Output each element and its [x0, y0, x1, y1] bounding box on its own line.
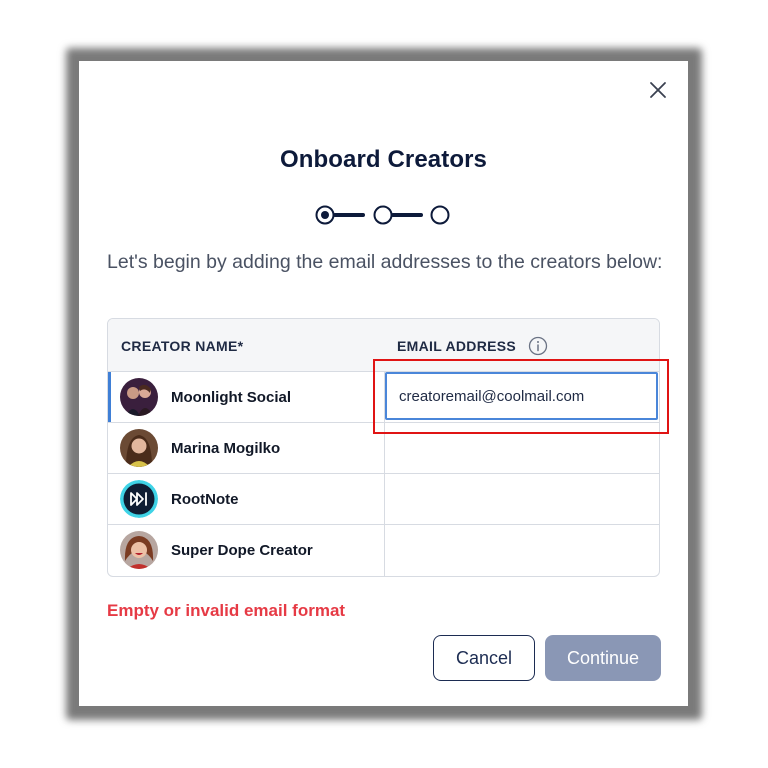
dialog-title: Onboard Creators — [280, 146, 487, 173]
avatar — [120, 429, 158, 467]
column-header-name: CREATOR NAME* — [121, 338, 244, 354]
play-logo-icon — [120, 480, 158, 518]
avatar — [120, 378, 158, 416]
creator-name: Super Dope Creator — [171, 542, 313, 559]
step-progress — [315, 205, 450, 225]
creator-name: Moonlight Social — [171, 389, 291, 406]
error-message: Empty or invalid email format — [107, 601, 346, 620]
table-row[interactable]: Super Dope Creator — [108, 525, 659, 576]
column-header-email: EMAIL ADDRESS — [397, 338, 517, 354]
cancel-button[interactable]: Cancel — [433, 635, 535, 681]
close-icon[interactable] — [648, 80, 668, 100]
step-1-indicator — [315, 205, 335, 225]
avatar — [120, 531, 158, 569]
email-input[interactable] — [385, 372, 658, 420]
step-2-indicator — [373, 205, 393, 225]
continue-button[interactable]: Continue — [545, 635, 661, 681]
step-3-indicator — [430, 205, 450, 225]
creator-name: RootNote — [171, 491, 239, 508]
creator-name: Marina Mogilko — [171, 440, 281, 457]
intro-text: Let's begin by adding the email addresse… — [107, 251, 663, 273]
table-row[interactable]: RootNote — [108, 474, 659, 525]
table-row[interactable]: Marina Mogilko — [108, 423, 659, 474]
info-icon[interactable] — [528, 336, 548, 356]
creators-table: CREATOR NAME* EMAIL ADDRESS Moonlight So… — [107, 318, 660, 577]
table-header: CREATOR NAME* EMAIL ADDRESS — [108, 319, 659, 372]
